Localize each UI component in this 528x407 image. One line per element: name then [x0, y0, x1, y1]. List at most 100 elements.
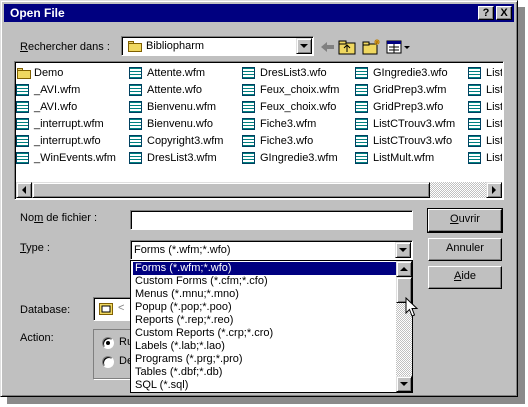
- type-combo[interactable]: Forms (*.wfm;*.wfo): [130, 240, 413, 260]
- action-design-radio[interactable]: [102, 356, 114, 368]
- back-arrow-icon: [321, 42, 334, 52]
- window-title: Open File: [10, 6, 65, 20]
- type-option[interactable]: Programs (*.prg;*.pro): [133, 353, 397, 366]
- file-name: _WinEvents.wfm: [34, 152, 116, 164]
- back-button[interactable]: [317, 37, 339, 57]
- scroll-up-button[interactable]: [396, 261, 412, 277]
- scroll-down-button[interactable]: [396, 376, 412, 392]
- file-name: Bienvenu.wfo: [147, 118, 214, 130]
- type-option[interactable]: Menus (*.mnu;*.mno): [133, 288, 397, 301]
- cancel-button[interactable]: Annuler: [428, 238, 502, 261]
- form-file-icon: [355, 152, 368, 164]
- form-file-icon: [355, 101, 368, 113]
- file-list-hscrollbar[interactable]: [16, 182, 502, 198]
- form-file-icon: [468, 118, 481, 130]
- type-option[interactable]: Popup (*.pop;*.poo): [133, 301, 397, 314]
- form-file-icon: [355, 67, 368, 79]
- scroll-left-button[interactable]: [16, 182, 32, 198]
- form-file-icon: [16, 101, 29, 113]
- radio-selected-dot: [106, 341, 110, 345]
- title-bar[interactable]: Open File ? X: [4, 4, 514, 22]
- up-one-level-button[interactable]: [337, 37, 359, 57]
- filename-input[interactable]: [130, 210, 413, 230]
- form-file-icon: [129, 101, 142, 113]
- look-in-label-access-key: R: [20, 41, 28, 53]
- file-name: Bienvenu.wfm: [147, 101, 217, 113]
- mouse-cursor-icon: [405, 297, 419, 317]
- type-option[interactable]: Tables (*.dbf;*.db): [133, 366, 397, 379]
- file-name: ListCTrouv3.wfm: [373, 118, 456, 130]
- file-name: Feux_choix.wfm: [260, 84, 340, 96]
- type-option[interactable]: Custom Reports (*.crp;*.cro): [133, 327, 397, 340]
- form-file-icon: [242, 118, 255, 130]
- scroll-right-button[interactable]: [486, 182, 502, 198]
- form-file-icon: [468, 135, 481, 147]
- type-label-text: ype :: [26, 242, 50, 254]
- file-name: ListCTrouv3.wfo: [373, 135, 453, 147]
- form-file-icon: [468, 101, 481, 113]
- form-file-icon: [129, 118, 142, 130]
- file-name: List: [486, 67, 502, 79]
- file-name: _interrupt.wfm: [34, 118, 104, 130]
- chevron-down-icon: [400, 382, 408, 386]
- file-name: Demo: [34, 67, 64, 79]
- action-label: Action:: [20, 332, 54, 344]
- folder-up-icon: [338, 40, 356, 55]
- form-file-icon: [129, 152, 142, 164]
- file-name: List: [486, 135, 502, 147]
- database-label: Database:: [20, 304, 71, 316]
- action-run-radio[interactable]: [102, 337, 114, 349]
- close-title-button[interactable]: X: [496, 6, 512, 20]
- form-file-icon: [16, 152, 29, 164]
- filename-label: Nom de fichier :: [20, 212, 97, 224]
- type-dropdown-list[interactable]: Forms (*.wfm;*.wfo) Custom Forms (*.cfm;*…: [130, 260, 413, 393]
- look-in-value: Bibliopharm: [146, 40, 205, 52]
- database-icon: [99, 303, 113, 315]
- folder-icon: [128, 41, 142, 52]
- chevron-down-icon: [399, 248, 407, 252]
- open-button-label: uvrir: [458, 213, 480, 225]
- new-folder-icon: [362, 39, 380, 55]
- view-menu-button[interactable]: [385, 37, 413, 57]
- open-button[interactable]: Ouvrir: [427, 208, 503, 233]
- look-in-label-text: echercher dans :: [27, 41, 110, 53]
- file-name: GIngredie3.wfo: [373, 67, 448, 79]
- form-file-icon: [242, 152, 255, 164]
- type-option[interactable]: Custom Forms (*.cfm;*.cfo): [133, 275, 397, 288]
- help-title-button[interactable]: ?: [478, 6, 494, 20]
- file-name: Fiche3.wfo: [260, 135, 314, 147]
- look-in-dropdown-button[interactable]: [296, 38, 312, 54]
- file-name: ListMult.wfm: [373, 152, 435, 164]
- type-list-vscrollbar[interactable]: [396, 261, 412, 392]
- help-button[interactable]: Aide: [428, 266, 502, 289]
- form-file-icon: [129, 135, 142, 147]
- form-file-icon: [16, 118, 29, 130]
- hscroll-thumb[interactable]: [32, 182, 430, 198]
- file-name: _AVI.wfm: [34, 84, 81, 96]
- file-name: _interrupt.wfo: [34, 135, 101, 147]
- new-folder-button[interactable]: [361, 37, 383, 57]
- type-option[interactable]: SQL (*.sql): [133, 379, 397, 392]
- chevron-up-icon: [400, 267, 408, 271]
- file-name: GridPrep3.wfo: [373, 101, 444, 113]
- type-option[interactable]: Reports (*.rep;*.reo): [133, 314, 397, 327]
- type-option[interactable]: Forms (*.wfm;*.wfo): [133, 262, 397, 275]
- file-name: GIngredie3.wfm: [260, 152, 338, 164]
- list-view-icon: [386, 40, 410, 54]
- file-name: List: [486, 118, 502, 130]
- file-name: Fiche3.wfm: [260, 118, 317, 130]
- type-option[interactable]: Labels (*.lab;*.lao): [133, 340, 397, 353]
- type-label: Type :: [20, 242, 50, 254]
- file-name: List: [486, 101, 502, 113]
- look-in-combo[interactable]: Bibliopharm: [121, 36, 314, 56]
- form-file-icon: [129, 67, 142, 79]
- database-combo[interactable]: <: [93, 297, 133, 321]
- file-name: DresList3.wfo: [260, 67, 327, 79]
- folder-icon: [17, 68, 31, 79]
- form-file-icon: [16, 84, 29, 96]
- type-dropdown-button[interactable]: [395, 242, 411, 258]
- filename-label-access-key: m: [34, 212, 44, 224]
- file-name: Attente.wfm: [147, 67, 206, 79]
- file-name: List: [486, 152, 502, 164]
- form-file-icon: [242, 101, 255, 113]
